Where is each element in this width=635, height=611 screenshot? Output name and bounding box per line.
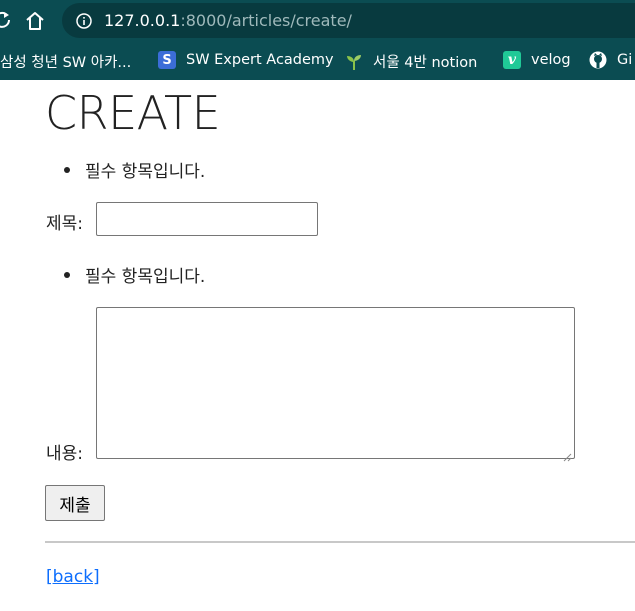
title-error: 필수 항목입니다. [64, 157, 205, 182]
title-label: 제목: [46, 214, 84, 234]
velog-icon: v [503, 51, 521, 69]
submit-button[interactable]: 제출 [45, 485, 105, 521]
bookmark-notion[interactable]: 서울 4반 notion [345, 51, 477, 72]
bookmark-label: 삼성 청년 SW 아카... [0, 55, 132, 71]
bookmark-label: Gi [617, 52, 633, 68]
title-error-list: 필수 항목입니다. [64, 157, 205, 182]
page-title: CREATE [45, 86, 221, 140]
bookmark-velog[interactable]: v velog [503, 51, 571, 69]
url-path: :8000/articles/create/ [180, 11, 352, 30]
content-error-list: 필수 항목입니다. [64, 262, 205, 287]
sprout-icon [345, 53, 363, 71]
resize-handle-icon[interactable] [563, 447, 572, 462]
bookmark-label: SW Expert Academy [186, 52, 334, 68]
bookmark-label: velog [531, 52, 571, 68]
content-textarea[interactable] [96, 307, 575, 462]
bookmark-github[interactable]: Gi [589, 51, 632, 69]
swea-icon: S [158, 51, 176, 69]
content-label: 내용: [46, 444, 84, 464]
bookmarks-bar: 삼성 청년 SW 아카... S SW Expert Academy 서울 4반… [0, 42, 635, 80]
url-host: 127.0.0.1 [104, 11, 181, 30]
url-text: 127.0.0.1:8000/articles/create/ [104, 11, 352, 30]
title-input[interactable] [96, 202, 318, 236]
bookmark-label: 서울 4반 notion [373, 55, 478, 71]
back-link[interactable]: [back] [46, 567, 100, 587]
content-error: 필수 항목입니다. [64, 262, 205, 287]
bookmark-samsung[interactable]: 삼성 청년 SW 아카... [0, 51, 131, 72]
reload-icon[interactable] [0, 11, 11, 29]
github-icon [589, 51, 607, 69]
bookmark-swea[interactable]: S SW Expert Academy [158, 51, 334, 69]
browser-toolbar: 127.0.0.1:8000/articles/create/ [0, 0, 635, 42]
info-icon[interactable] [76, 12, 92, 29]
divider [45, 541, 635, 543]
home-icon[interactable] [24, 10, 46, 32]
address-bar[interactable]: 127.0.0.1:8000/articles/create/ [62, 3, 635, 38]
